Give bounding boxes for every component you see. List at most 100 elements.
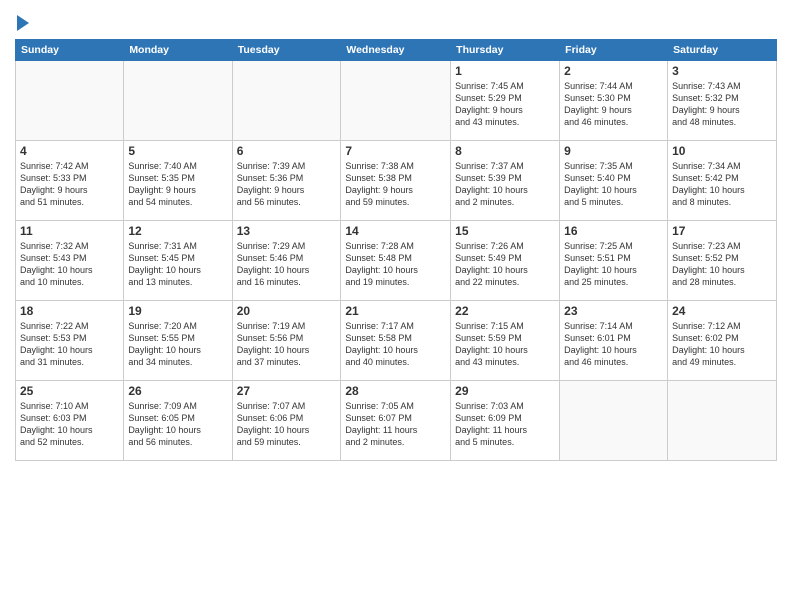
day-number: 25 [20,384,119,398]
header [15,10,777,31]
day-number: 17 [672,224,772,238]
calendar-cell: 24 Sunrise: 7:12 AMSunset: 6:02 PMDayligh… [668,301,777,381]
day-number: 6 [237,144,337,158]
day-number: 26 [128,384,227,398]
day-info: Sunrise: 7:29 AMSunset: 5:46 PMDaylight:… [237,240,337,289]
calendar-cell: 10 Sunrise: 7:34 AMSunset: 5:42 PMDayligh… [668,141,777,221]
calendar-week-3: 18 Sunrise: 7:22 AMSunset: 5:53 PMDayligh… [16,301,777,381]
calendar-cell: 22Sunrise: 7:15 AMSunset: 5:59 PMDayligh… [451,301,560,381]
day-info: Sunrise: 7:35 AMSunset: 5:40 PMDaylight:… [564,160,663,209]
day-info: Sunrise: 7:34 AMSunset: 5:42 PMDaylight:… [672,160,772,209]
day-info: Sunrise: 7:32 AMSunset: 5:43 PMDaylight:… [20,240,119,289]
calendar-cell: 5Sunrise: 7:40 AMSunset: 5:35 PMDaylight… [124,141,232,221]
calendar-cell: 4Sunrise: 7:42 AMSunset: 5:33 PMDaylight… [16,141,124,221]
logo [15,15,29,31]
day-number: 27 [237,384,337,398]
th-wednesday: Wednesday [341,40,451,61]
calendar-cell: 8 Sunrise: 7:37 AMSunset: 5:39 PMDaylight… [451,141,560,221]
calendar-week-4: 25 Sunrise: 7:10 AMSunset: 6:03 PMDayligh… [16,381,777,461]
calendar-cell: 16Sunrise: 7:25 AMSunset: 5:51 PMDayligh… [560,221,668,301]
day-info: Sunrise: 7:19 AMSunset: 5:56 PMDaylight:… [237,320,337,369]
day-number: 19 [128,304,227,318]
day-number: 13 [237,224,337,238]
th-sunday: Sunday [16,40,124,61]
day-number: 28 [345,384,446,398]
day-info: Sunrise: 7:39 AMSunset: 5:36 PMDaylight:… [237,160,337,209]
day-number: 21 [345,304,446,318]
calendar-cell [16,61,124,141]
calendar-cell: 11 Sunrise: 7:32 AMSunset: 5:43 PMDayligh… [16,221,124,301]
calendar-body: 1 Sunrise: 7:45 AMSunset: 5:29 PMDaylight… [16,61,777,461]
day-info: Sunrise: 7:38 AMSunset: 5:38 PMDaylight:… [345,160,446,209]
day-number: 18 [20,304,119,318]
day-info: Sunrise: 7:28 AMSunset: 5:48 PMDaylight:… [345,240,446,289]
day-info: Sunrise: 7:15 AMSunset: 5:59 PMDaylight:… [455,320,555,369]
calendar-cell [232,61,341,141]
calendar-cell: 19 Sunrise: 7:20 AMSunset: 5:55 PMDayligh… [124,301,232,381]
calendar-cell: 21 Sunrise: 7:17 AMSunset: 5:58 PMDayligh… [341,301,451,381]
day-info: Sunrise: 7:14 AMSunset: 6:01 PMDaylight:… [564,320,663,369]
day-number: 10 [672,144,772,158]
day-number: 23 [564,304,663,318]
day-info: Sunrise: 7:09 AMSunset: 6:05 PMDaylight:… [128,400,227,449]
calendar-cell: 17 Sunrise: 7:23 AMSunset: 5:52 PMDayligh… [668,221,777,301]
day-number: 4 [20,144,119,158]
day-number: 29 [455,384,555,398]
calendar-table: Sunday Monday Tuesday Wednesday Thursday… [15,39,777,461]
day-info: Sunrise: 7:12 AMSunset: 6:02 PMDaylight:… [672,320,772,369]
day-info: Sunrise: 7:43 AMSunset: 5:32 PMDaylight:… [672,80,772,129]
calendar-cell: 28 Sunrise: 7:05 AMSunset: 6:07 PMDayligh… [341,381,451,461]
day-info: Sunrise: 7:20 AMSunset: 5:55 PMDaylight:… [128,320,227,369]
calendar-cell [124,61,232,141]
day-info: Sunrise: 7:44 AMSunset: 5:30 PMDaylight:… [564,80,663,129]
day-number: 14 [345,224,446,238]
calendar-week-1: 4Sunrise: 7:42 AMSunset: 5:33 PMDaylight… [16,141,777,221]
calendar-header: Sunday Monday Tuesday Wednesday Thursday… [16,40,777,61]
day-info: Sunrise: 7:17 AMSunset: 5:58 PMDaylight:… [345,320,446,369]
th-monday: Monday [124,40,232,61]
day-info: Sunrise: 7:26 AMSunset: 5:49 PMDaylight:… [455,240,555,289]
day-number: 12 [128,224,227,238]
calendar-cell [560,381,668,461]
day-number: 3 [672,64,772,78]
calendar-cell: 9 Sunrise: 7:35 AMSunset: 5:40 PMDaylight… [560,141,668,221]
day-info: Sunrise: 7:23 AMSunset: 5:52 PMDaylight:… [672,240,772,289]
days-row: Sunday Monday Tuesday Wednesday Thursday… [16,40,777,61]
calendar-week-0: 1 Sunrise: 7:45 AMSunset: 5:29 PMDaylight… [16,61,777,141]
calendar-cell: 1 Sunrise: 7:45 AMSunset: 5:29 PMDaylight… [451,61,560,141]
calendar-cell: 26 Sunrise: 7:09 AMSunset: 6:05 PMDayligh… [124,381,232,461]
day-number: 7 [345,144,446,158]
day-info: Sunrise: 7:37 AMSunset: 5:39 PMDaylight:… [455,160,555,209]
calendar-cell: 25 Sunrise: 7:10 AMSunset: 6:03 PMDayligh… [16,381,124,461]
calendar-cell: 13 Sunrise: 7:29 AMSunset: 5:46 PMDayligh… [232,221,341,301]
day-number: 2 [564,64,663,78]
calendar-cell [341,61,451,141]
th-saturday: Saturday [668,40,777,61]
day-info: Sunrise: 7:03 AMSunset: 6:09 PMDaylight:… [455,400,555,449]
day-info: Sunrise: 7:07 AMSunset: 6:06 PMDaylight:… [237,400,337,449]
day-number: 11 [20,224,119,238]
main-container: Sunday Monday Tuesday Wednesday Thursday… [0,0,792,612]
th-tuesday: Tuesday [232,40,341,61]
calendar-cell: 18 Sunrise: 7:22 AMSunset: 5:53 PMDayligh… [16,301,124,381]
calendar-cell: 3 Sunrise: 7:43 AMSunset: 5:32 PMDaylight… [668,61,777,141]
calendar-cell [668,381,777,461]
day-info: Sunrise: 7:45 AMSunset: 5:29 PMDaylight:… [455,80,555,129]
calendar-cell: 12Sunrise: 7:31 AMSunset: 5:45 PMDayligh… [124,221,232,301]
day-info: Sunrise: 7:25 AMSunset: 5:51 PMDaylight:… [564,240,663,289]
day-info: Sunrise: 7:40 AMSunset: 5:35 PMDaylight:… [128,160,227,209]
day-number: 24 [672,304,772,318]
day-number: 15 [455,224,555,238]
calendar-cell: 2 Sunrise: 7:44 AMSunset: 5:30 PMDaylight… [560,61,668,141]
day-number: 1 [455,64,555,78]
day-info: Sunrise: 7:22 AMSunset: 5:53 PMDaylight:… [20,320,119,369]
calendar-cell: 23 Sunrise: 7:14 AMSunset: 6:01 PMDayligh… [560,301,668,381]
day-info: Sunrise: 7:05 AMSunset: 6:07 PMDaylight:… [345,400,446,449]
day-number: 8 [455,144,555,158]
calendar-cell: 15 Sunrise: 7:26 AMSunset: 5:49 PMDayligh… [451,221,560,301]
day-number: 9 [564,144,663,158]
calendar-cell: 27 Sunrise: 7:07 AMSunset: 6:06 PMDayligh… [232,381,341,461]
calendar-cell: 20Sunrise: 7:19 AMSunset: 5:56 PMDayligh… [232,301,341,381]
logo-arrow-icon [17,15,29,31]
day-info: Sunrise: 7:10 AMSunset: 6:03 PMDaylight:… [20,400,119,449]
